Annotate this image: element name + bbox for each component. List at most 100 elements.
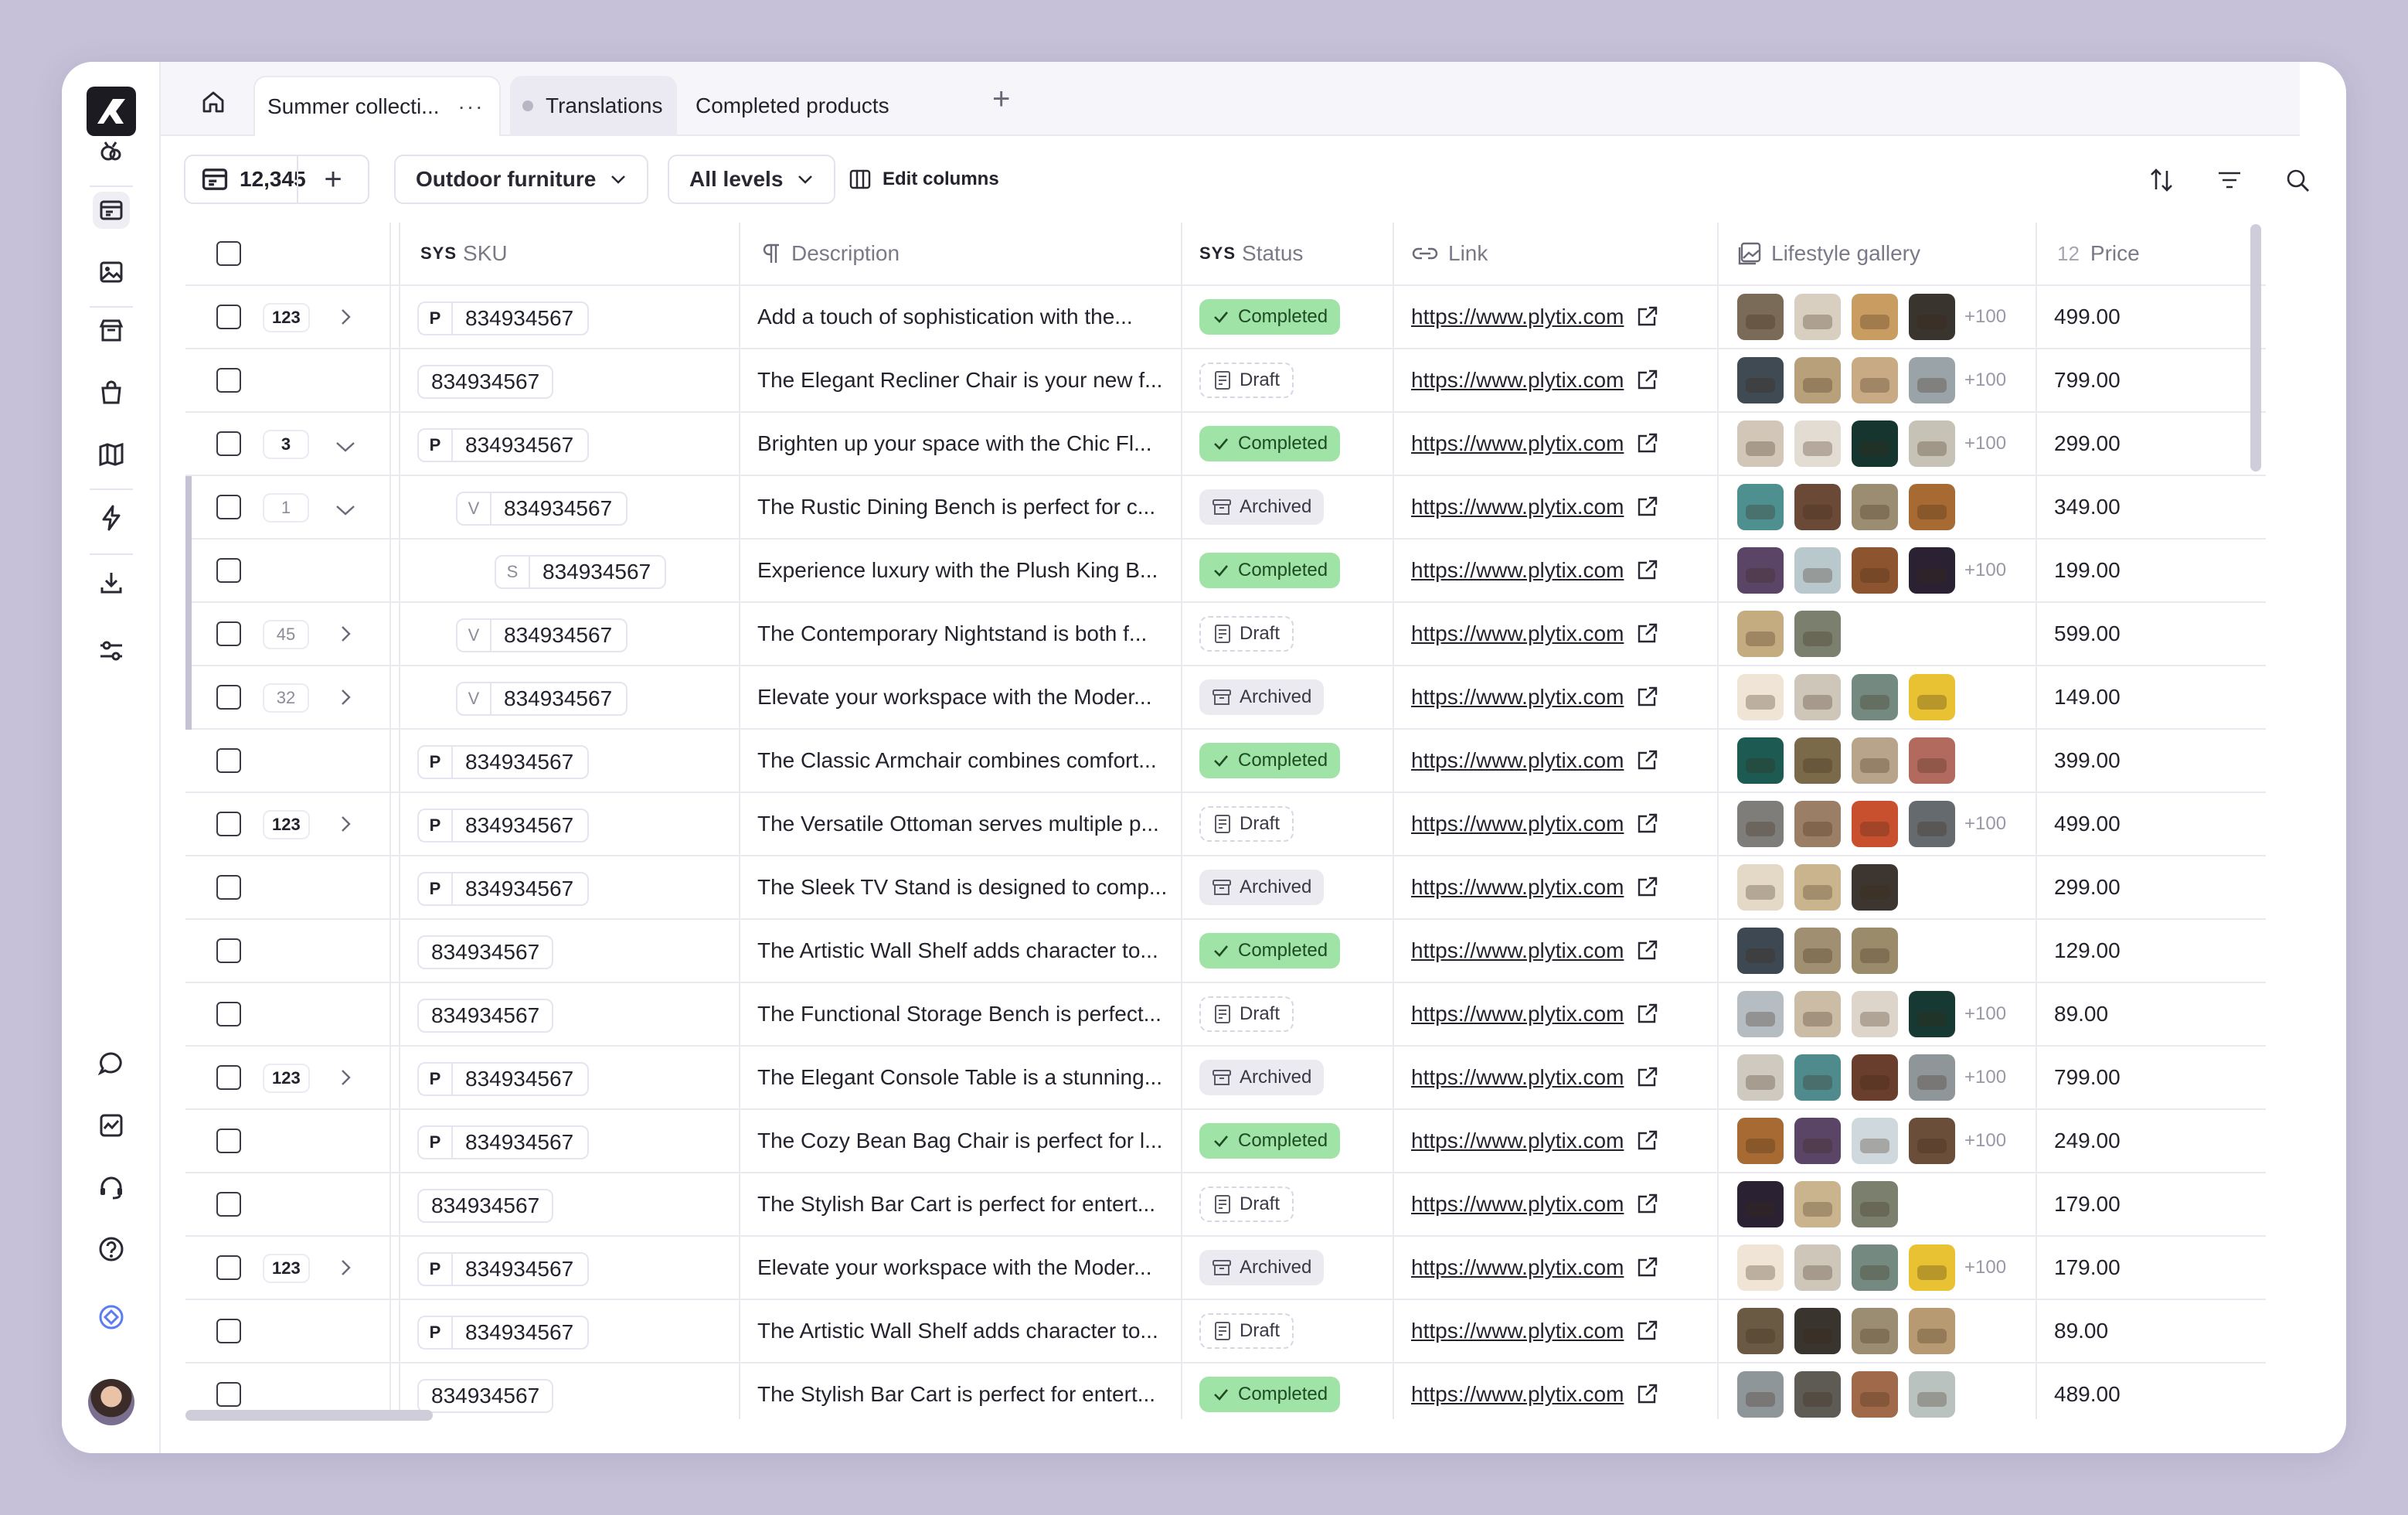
product-link[interactable]: https://www.plytix.com bbox=[1411, 1382, 1624, 1407]
gallery-cell[interactable]: +100 bbox=[1719, 349, 2037, 411]
family-filter-dropdown[interactable]: Outdoor furniture bbox=[394, 155, 649, 204]
sku-chip[interactable]: P 834934567 bbox=[417, 872, 590, 906]
gallery-cell[interactable] bbox=[1719, 730, 2037, 792]
description-cell[interactable]: The Functional Storage Bench is perfect.… bbox=[740, 983, 1182, 1045]
sku-cell[interactable]: V 834934567 bbox=[400, 603, 740, 665]
gallery-cell[interactable] bbox=[1719, 1364, 2037, 1419]
lifestyle-thumbnail[interactable] bbox=[1909, 1308, 1955, 1354]
row-checkbox[interactable] bbox=[216, 875, 241, 900]
header-link[interactable]: Link bbox=[1394, 223, 1719, 284]
header-price[interactable]: 12 Price bbox=[2037, 223, 2266, 284]
sku-cell[interactable]: P 834934567 bbox=[400, 793, 740, 855]
gallery-cell[interactable]: +100 bbox=[1719, 983, 2037, 1045]
sku-cell[interactable]: 834934567 bbox=[400, 1364, 740, 1419]
agent-icon[interactable] bbox=[93, 133, 130, 170]
lifestyle-thumbnail[interactable] bbox=[1852, 801, 1898, 847]
lifestyle-thumbnail[interactable] bbox=[1794, 1054, 1841, 1101]
lifestyle-thumbnail[interactable] bbox=[1852, 1244, 1898, 1291]
description-cell[interactable]: Experience luxury with the Plush King B.… bbox=[740, 540, 1182, 601]
sku-cell[interactable]: P 834934567 bbox=[400, 1300, 740, 1362]
status-cell[interactable]: Draft bbox=[1182, 983, 1394, 1045]
table-row[interactable]: 123 P 834934567 Add a touch of sophisticati… bbox=[185, 286, 2266, 349]
lifestyle-thumbnail[interactable] bbox=[1909, 737, 1955, 784]
sku-chip[interactable]: V 834934567 bbox=[456, 492, 628, 526]
price-cell[interactable]: 799.00 bbox=[2037, 1047, 2266, 1108]
sku-cell[interactable]: V 834934567 bbox=[400, 476, 740, 538]
table-row[interactable]: 32 V 834934567 Elevate your workspace with … bbox=[185, 666, 2266, 730]
table-row[interactable]: P 834934567 The Cozy Bean Bag Chair is per… bbox=[185, 1110, 2266, 1173]
header-sku[interactable]: SYS SKU bbox=[400, 223, 740, 284]
analytics-icon[interactable] bbox=[93, 1107, 130, 1144]
product-link[interactable]: https://www.plytix.com bbox=[1411, 685, 1624, 710]
search-icon[interactable] bbox=[2284, 167, 2311, 197]
horizontal-scrollbar[interactable] bbox=[185, 1410, 433, 1421]
product-link[interactable]: https://www.plytix.com bbox=[1411, 368, 1624, 393]
product-link[interactable]: https://www.plytix.com bbox=[1411, 1002, 1624, 1026]
sku-cell[interactable]: P 834934567 bbox=[400, 856, 740, 918]
chat-icon[interactable] bbox=[93, 1045, 130, 1082]
external-link-icon[interactable] bbox=[1634, 558, 1659, 583]
description-cell[interactable]: The Sleek TV Stand is designed to comp..… bbox=[740, 856, 1182, 918]
sku-cell[interactable]: 834934567 bbox=[400, 1173, 740, 1235]
bag-icon[interactable] bbox=[93, 374, 130, 411]
vertical-scrollbar[interactable] bbox=[2250, 224, 2261, 472]
table-row[interactable]: P 834934567 The Artistic Wall Shelf adds c… bbox=[185, 1300, 2266, 1364]
price-cell[interactable]: 129.00 bbox=[2037, 920, 2266, 982]
lifestyle-thumbnail[interactable] bbox=[1737, 547, 1784, 594]
price-cell[interactable]: 489.00 bbox=[2037, 1364, 2266, 1419]
status-cell[interactable]: Completed bbox=[1182, 1110, 1394, 1172]
product-link[interactable]: https://www.plytix.com bbox=[1411, 621, 1624, 646]
table-row[interactable]: 834934567 The Stylish Bar Cart is perfect… bbox=[185, 1364, 2266, 1419]
status-cell[interactable]: Archived bbox=[1182, 856, 1394, 918]
row-checkbox[interactable] bbox=[216, 1255, 241, 1280]
product-link[interactable]: https://www.plytix.com bbox=[1411, 938, 1624, 963]
sku-chip[interactable]: P 834934567 bbox=[417, 301, 590, 335]
row-checkbox[interactable] bbox=[216, 1002, 241, 1026]
sku-chip[interactable]: 834934567 bbox=[417, 1189, 554, 1223]
row-checkbox[interactable] bbox=[216, 431, 241, 456]
lifestyle-thumbnail[interactable] bbox=[1794, 1371, 1841, 1418]
gallery-cell[interactable] bbox=[1719, 603, 2037, 665]
row-checkbox[interactable] bbox=[216, 1129, 241, 1153]
lifestyle-thumbnail[interactable] bbox=[1852, 1371, 1898, 1418]
price-cell[interactable]: 179.00 bbox=[2037, 1237, 2266, 1299]
lifestyle-thumbnail[interactable] bbox=[1737, 1371, 1784, 1418]
lifestyle-thumbnail[interactable] bbox=[1794, 1244, 1841, 1291]
support-headset-icon[interactable] bbox=[93, 1169, 130, 1206]
gallery-cell[interactable]: +100 bbox=[1719, 540, 2037, 601]
lifestyle-thumbnail[interactable] bbox=[1852, 1181, 1898, 1227]
lifestyle-thumbnail[interactable] bbox=[1794, 1118, 1841, 1164]
description-cell[interactable]: Add a touch of sophistication with the..… bbox=[740, 286, 1182, 348]
row-checkbox[interactable] bbox=[216, 1319, 241, 1343]
lifestyle-thumbnail[interactable] bbox=[1852, 737, 1898, 784]
table-row[interactable]: 834934567 The Elegant Recliner Chair is y… bbox=[185, 349, 2266, 413]
header-gallery[interactable]: Lifestyle gallery bbox=[1719, 223, 2037, 284]
external-link-icon[interactable] bbox=[1634, 938, 1659, 963]
product-link[interactable]: https://www.plytix.com bbox=[1411, 495, 1624, 519]
header-description[interactable]: Description bbox=[740, 223, 1182, 284]
lifestyle-thumbnail[interactable] bbox=[1737, 674, 1784, 720]
lifestyle-thumbnail[interactable] bbox=[1737, 928, 1784, 974]
gallery-cell[interactable]: +100 bbox=[1719, 413, 2037, 475]
gallery-cell[interactable]: +100 bbox=[1719, 286, 2037, 348]
table-row[interactable]: P 834934567 The Classic Armchair combines … bbox=[185, 730, 2266, 793]
gallery-cell[interactable] bbox=[1719, 1173, 2037, 1235]
description-cell[interactable]: Elevate your workspace with the Moder... bbox=[740, 1237, 1182, 1299]
external-link-icon[interactable] bbox=[1634, 1192, 1659, 1217]
sku-cell[interactable]: P 834934567 bbox=[400, 286, 740, 348]
status-cell[interactable]: Completed bbox=[1182, 286, 1394, 348]
lifestyle-thumbnail[interactable] bbox=[1852, 1054, 1898, 1101]
lifestyle-thumbnail[interactable] bbox=[1909, 294, 1955, 340]
description-cell[interactable]: The Elegant Console Table is a stunning.… bbox=[740, 1047, 1182, 1108]
lifestyle-thumbnail[interactable] bbox=[1737, 1181, 1784, 1227]
lifestyle-thumbnail[interactable] bbox=[1737, 357, 1784, 403]
lifestyle-thumbnail[interactable] bbox=[1852, 420, 1898, 467]
product-link[interactable]: https://www.plytix.com bbox=[1411, 1192, 1624, 1217]
sku-chip[interactable]: P 834934567 bbox=[417, 745, 590, 779]
lifestyle-thumbnail[interactable] bbox=[1852, 547, 1898, 594]
description-cell[interactable]: The Elegant Recliner Chair is your new f… bbox=[740, 349, 1182, 411]
lifestyle-thumbnail[interactable] bbox=[1737, 1308, 1784, 1354]
row-checkbox[interactable] bbox=[216, 812, 241, 836]
store-icon[interactable] bbox=[93, 312, 130, 349]
sku-cell[interactable]: S 834934567 bbox=[400, 540, 740, 601]
